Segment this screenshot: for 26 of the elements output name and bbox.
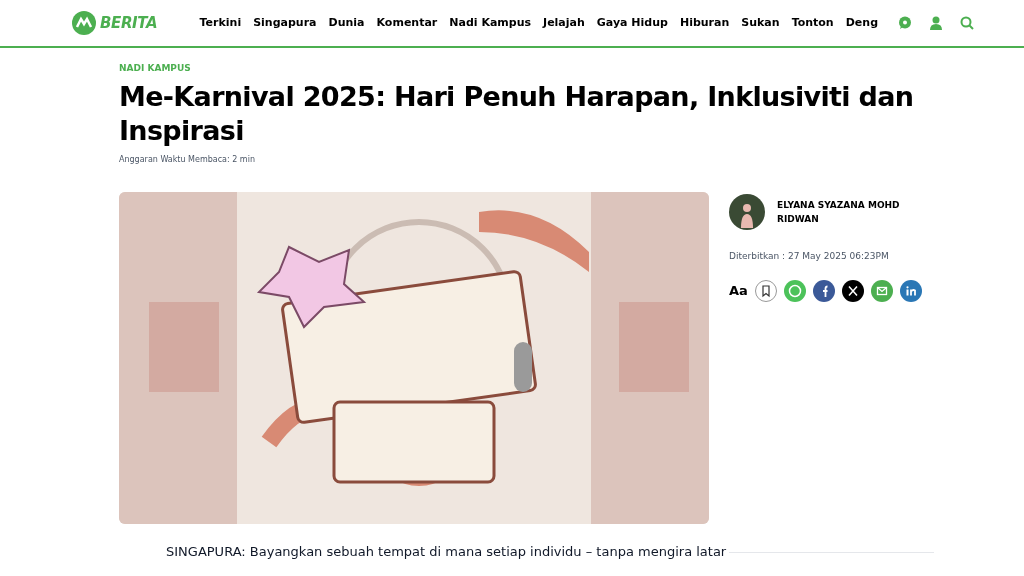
nav-link[interactable]: Dunia bbox=[328, 14, 365, 32]
nav-link[interactable]: Terkini bbox=[199, 14, 242, 32]
nav-link[interactable]: Gaya Hidup bbox=[596, 14, 668, 32]
user-icon[interactable] bbox=[930, 16, 942, 30]
nav-link[interactable]: Tonton bbox=[791, 14, 834, 32]
published-date: Diterbitkan : 27 May 2025 06:23PM bbox=[729, 249, 890, 263]
email-icon[interactable] bbox=[870, 280, 893, 302]
author-name[interactable]: ELYANA SYAZANA MOHD RIDWAN bbox=[777, 197, 917, 226]
article-paragraph: SINGAPURA: Bayangkan sebuah tempat di mana setiap individu – tanpa mengira latar bbox=[166, 542, 727, 561]
nav-link[interactable]: Sukan bbox=[741, 14, 780, 32]
nav-link[interactable]: Nadi Kampus bbox=[449, 14, 532, 32]
nav-link[interactable]: Singapura bbox=[253, 14, 317, 32]
facebook-icon[interactable] bbox=[812, 280, 835, 302]
article-title: Me-Karnival 2025: Hari Penuh Harapan, Inklusiviti dan Inspirasi bbox=[119, 79, 915, 148]
nav-link[interactable]: Jelajah bbox=[543, 14, 585, 32]
font-size-button[interactable]: Aa bbox=[729, 281, 748, 301]
avatar-icon[interactable] bbox=[729, 193, 765, 230]
nav-link[interactable]: Komentar bbox=[376, 14, 438, 32]
x-icon[interactable] bbox=[841, 280, 864, 302]
reading-time: Anggaran Waktu Membaca: 2 min bbox=[119, 153, 256, 166]
nav-link[interactable]: Deng bbox=[845, 14, 878, 32]
logo-icon bbox=[72, 11, 96, 35]
nav-link[interactable]: Hiburan bbox=[679, 14, 730, 32]
linkedin-icon[interactable] bbox=[899, 280, 922, 302]
bookmark-icon[interactable] bbox=[754, 280, 777, 302]
search-icon[interactable] bbox=[960, 16, 974, 30]
